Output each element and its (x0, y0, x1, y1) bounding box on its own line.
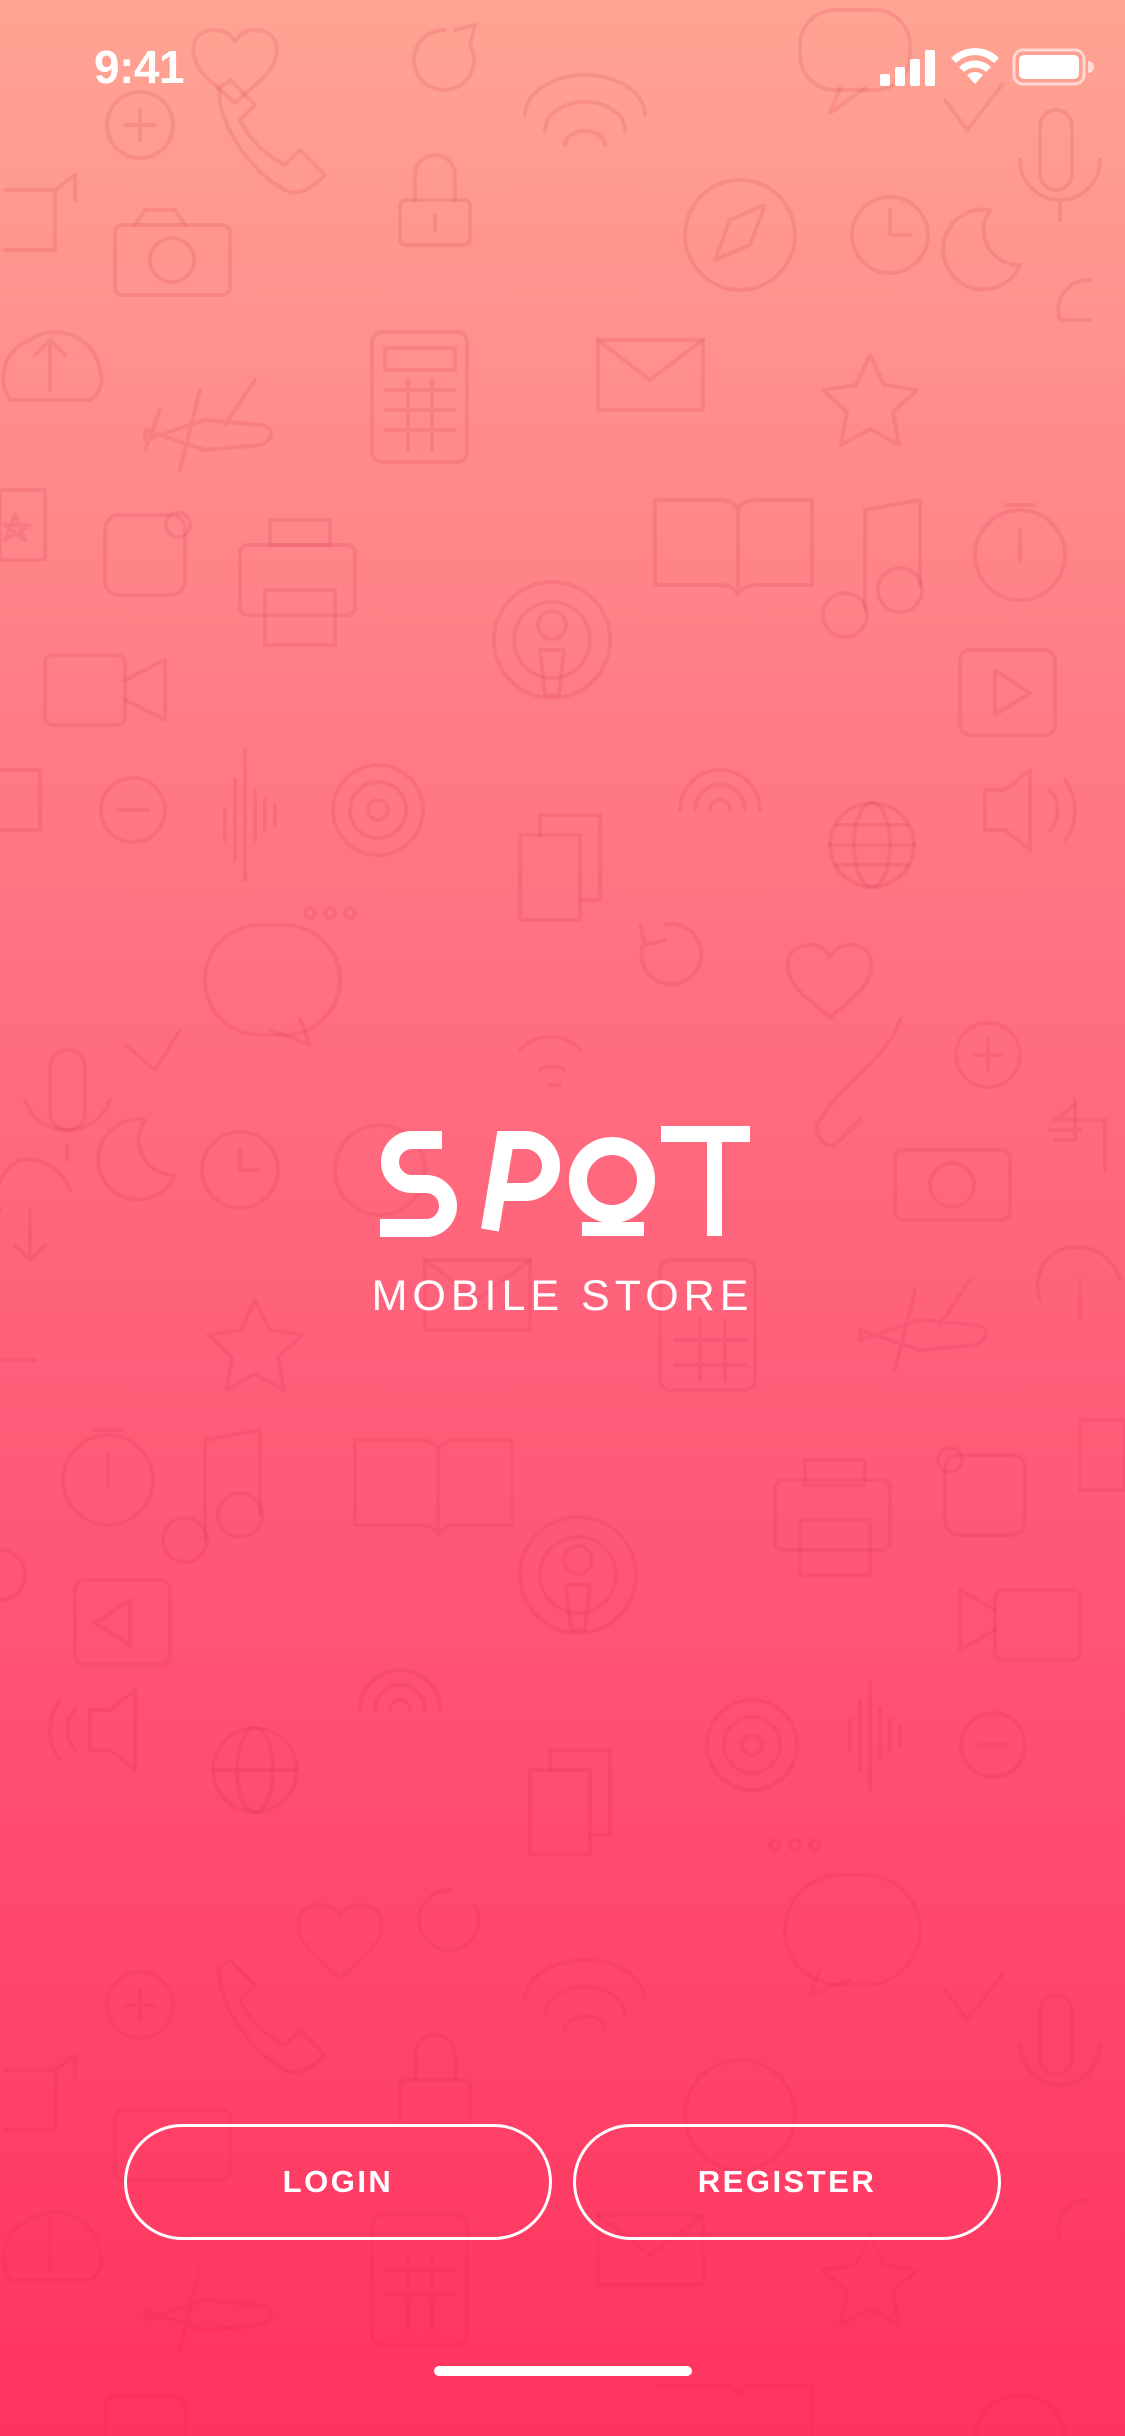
pattern-tile-lower (0, 1418, 1125, 1857)
wifi-icon (951, 48, 999, 84)
login-button[interactable]: LOGIN (124, 2124, 552, 2240)
status-bar: 9:41 (0, 0, 1125, 140)
app-tagline: MOBILE STORE (371, 1272, 754, 1320)
register-button[interactable]: REGISTER (573, 2124, 1001, 2240)
splash-screen: 9:41 MOBILE STORE LOGIN REGISTER (0, 0, 1125, 2436)
home-indicator[interactable] (434, 2366, 692, 2376)
signal-icon (880, 50, 935, 86)
status-time: 9:41 (94, 41, 185, 93)
spot-logo (380, 1126, 750, 1237)
battery-icon (1012, 48, 1094, 86)
pattern-tile-upper (0, 330, 1067, 737)
